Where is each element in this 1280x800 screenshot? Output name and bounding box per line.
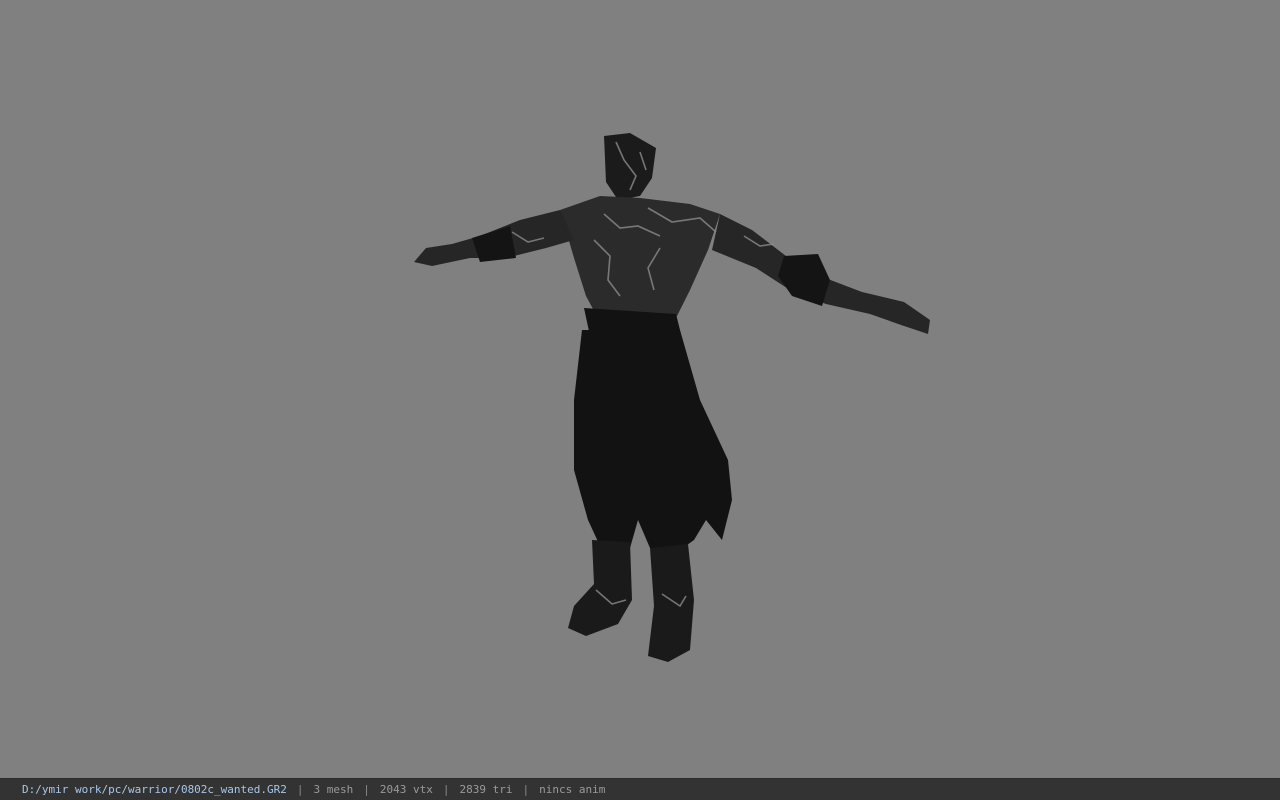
- status-triangle-count: 2839 tri: [459, 783, 513, 796]
- model-pants: [574, 330, 732, 550]
- status-file-path: D:/ymir work/pc/warrior/0802c_wanted.GR2: [22, 783, 287, 796]
- model-boot-left: [568, 540, 632, 636]
- model-bracer-right: [778, 254, 830, 306]
- status-separator: |: [296, 783, 304, 796]
- status-bar: D:/ymir work/pc/warrior/0802c_wanted.GR2…: [0, 778, 1280, 800]
- 3d-viewport[interactable]: [0, 0, 1280, 778]
- status-separator: |: [522, 783, 530, 796]
- model-torso: [560, 196, 720, 330]
- status-separator: |: [363, 783, 370, 796]
- status-vertex-count: 2043 vtx: [379, 783, 433, 796]
- model-boot-right: [648, 544, 694, 662]
- status-animation: nincs anim: [539, 783, 606, 796]
- warrior-character-model[interactable]: [0, 0, 1280, 778]
- status-separator: |: [442, 783, 450, 796]
- model-bracer-left: [472, 226, 516, 262]
- status-mesh-count: 3 mesh: [313, 783, 354, 796]
